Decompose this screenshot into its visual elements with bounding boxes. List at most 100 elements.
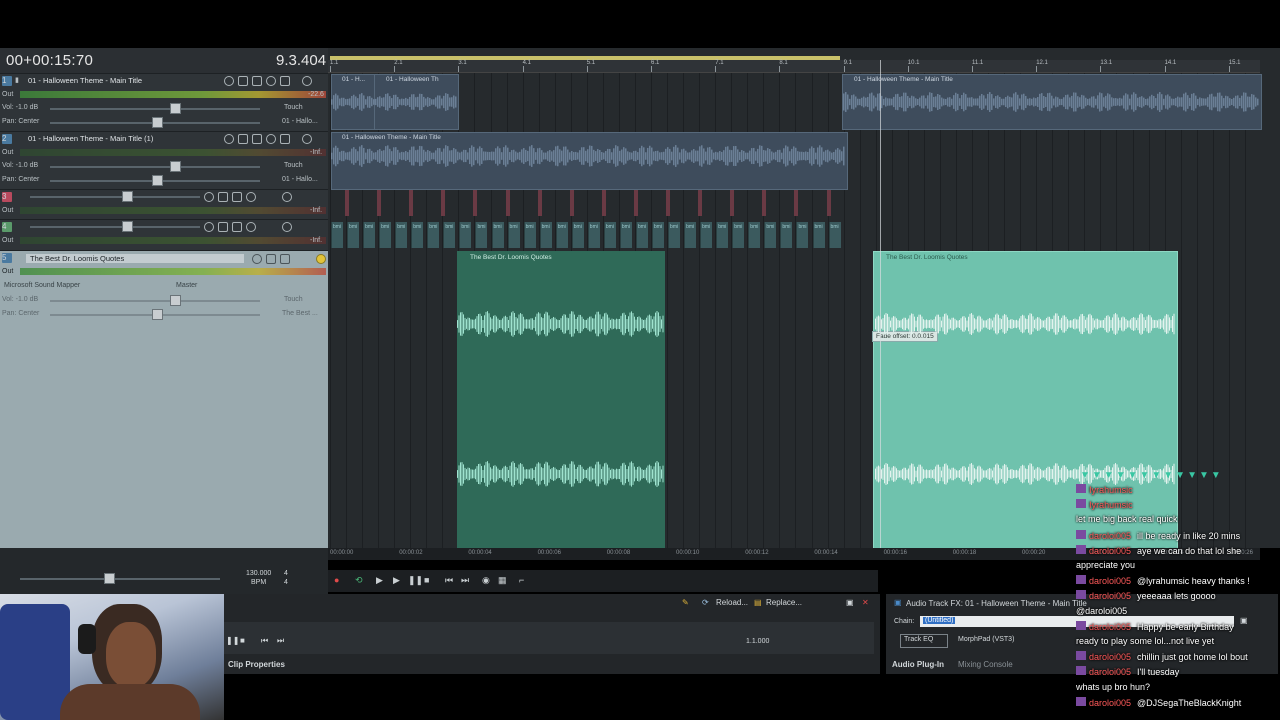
bmi-pattern-clip[interactable]: bmi <box>603 222 616 248</box>
mute-icon[interactable] <box>246 192 256 202</box>
go-to-end-icon[interactable]: ⏭ <box>461 575 469 586</box>
track-2-volume-slider[interactable] <box>50 166 260 168</box>
bmi-pattern-clip[interactable]: bmi <box>347 222 360 248</box>
track-5-automation-mode[interactable]: Touch <box>284 296 303 303</box>
record-arm-icon[interactable] <box>224 76 234 86</box>
record-icon[interactable]: ● <box>334 575 339 585</box>
track-4-volume-knob[interactable] <box>122 221 133 232</box>
bmi-pattern-clip[interactable]: bmi <box>507 222 520 248</box>
beat-ruler[interactable] <box>328 60 1260 73</box>
zoom-knob[interactable] <box>104 573 115 584</box>
midi-note[interactable] <box>698 190 703 216</box>
fx-icon[interactable] <box>280 254 290 264</box>
record-arm-icon[interactable] <box>204 222 214 232</box>
track-3-volume-slider[interactable] <box>30 196 200 198</box>
stop-icon[interactable]: ■ <box>240 636 245 645</box>
tab-audio-plugin[interactable]: Audio Plug-In <box>892 660 944 669</box>
bmi-pattern-clip[interactable]: bmi <box>427 222 440 248</box>
record-arm-icon[interactable] <box>204 192 214 202</box>
bmi-pattern-clip[interactable]: bmi <box>652 222 664 248</box>
bmi-pattern-clip[interactable]: bmi <box>363 222 376 248</box>
automation-icon[interactable] <box>218 222 228 232</box>
bmi-pattern-clip[interactable]: bmi <box>780 222 793 248</box>
track-5-input-device[interactable]: Microsoft Sound Mapper <box>4 282 80 289</box>
monitor-icon[interactable] <box>302 134 312 144</box>
bmi-pattern-clip[interactable]: bmi <box>475 222 488 248</box>
pause-icon[interactable]: ❚❚ <box>226 636 239 645</box>
midi-note[interactable] <box>345 190 349 216</box>
bmi-pattern-clip[interactable]: bmi <box>700 222 713 248</box>
track-1-automation-mode[interactable]: Touch <box>284 104 303 111</box>
midi-note[interactable] <box>762 190 767 216</box>
track-2-routing[interactable]: 01 - Hallo... <box>282 176 318 183</box>
track-2-automation-mode[interactable]: Touch <box>284 162 303 169</box>
monitor-icon[interactable] <box>316 254 326 264</box>
save-chain-icon[interactable]: ▣ <box>1240 616 1248 625</box>
automation-icon[interactable] <box>218 192 228 202</box>
midi-note[interactable] <box>633 190 638 216</box>
track-2-volume-knob[interactable] <box>170 161 181 172</box>
automation-icon[interactable] <box>238 76 248 86</box>
track-1-volume-knob[interactable] <box>170 103 181 114</box>
monitor-icon[interactable] <box>282 222 292 232</box>
metronome-icon[interactable]: ◉ <box>482 575 490 586</box>
track-1-routing[interactable]: 01 - Hallo... <box>282 118 318 125</box>
bmi-pattern-clip[interactable]: bmi <box>491 222 504 248</box>
track-4-volume-slider[interactable] <box>30 226 200 228</box>
track-1-name[interactable]: 01 - Halloween Theme - Main Title <box>28 76 142 85</box>
track-2-name[interactable]: 01 - Halloween Theme - Main Title (1) <box>28 134 153 143</box>
time-signature-top[interactable]: 4 <box>284 570 288 577</box>
bmi-pattern-clip[interactable]: bmi <box>764 222 777 248</box>
fx-icon[interactable] <box>252 76 262 86</box>
solo-icon[interactable] <box>280 76 290 86</box>
bmi-pattern-clip[interactable]: bmi <box>812 222 825 248</box>
midi-note[interactable] <box>537 190 542 216</box>
midi-note[interactable] <box>377 190 382 216</box>
bmi-pattern-clip[interactable]: bmi <box>828 222 841 248</box>
midi-note[interactable] <box>409 190 414 216</box>
bmi-pattern-clip[interactable]: bmi <box>571 222 584 248</box>
zoom-slider[interactable] <box>20 578 220 580</box>
midi-note[interactable] <box>473 190 478 216</box>
snap-icon[interactable]: ⌐ <box>519 575 524 585</box>
midi-note[interactable] <box>794 190 799 216</box>
play-from-start-icon[interactable]: ▶ <box>393 575 400 586</box>
loop-icon[interactable]: ⟲ <box>355 575 363 586</box>
mute-icon[interactable] <box>266 134 276 144</box>
track-5-bus[interactable]: Master <box>176 282 197 289</box>
reload-icon[interactable]: ⟳ <box>702 598 709 607</box>
monitor-icon[interactable] <box>302 76 312 86</box>
grid-icon[interactable]: ▦ <box>498 575 507 586</box>
track-5-volume-knob[interactable] <box>170 295 181 306</box>
bmi-pattern-clip[interactable]: bmi <box>331 222 343 248</box>
midi-note[interactable] <box>730 190 735 216</box>
midi-note[interactable] <box>666 190 670 216</box>
record-arm-icon[interactable] <box>224 134 234 144</box>
save-icon[interactable]: ▣ <box>846 598 854 607</box>
fx-slot-morphpad-label[interactable]: MorphPad (VST3) <box>958 636 1014 643</box>
automation-icon[interactable] <box>266 254 276 264</box>
bmi-pattern-clip[interactable]: bmi <box>619 222 632 248</box>
bmi-pattern-clip[interactable]: bmi <box>635 222 648 248</box>
track-1-volume-slider[interactable] <box>50 108 260 110</box>
stop-icon[interactable]: ■ <box>424 575 429 585</box>
tool-icon[interactable]: ✎ <box>682 598 689 607</box>
track-1-pan-knob[interactable] <box>152 117 163 128</box>
bmi-pattern-clip[interactable]: bmi <box>555 222 568 248</box>
play-icon[interactable]: ▶ <box>376 575 383 586</box>
clip-properties-tab[interactable]: Clip Properties <box>228 660 285 669</box>
track-2-pan-knob[interactable] <box>152 175 163 186</box>
bmi-pattern-clip[interactable]: bmi <box>379 222 392 248</box>
track-header-3[interactable] <box>0 189 328 220</box>
midi-note[interactable] <box>505 190 510 216</box>
track-5-routing[interactable]: The Best ... <box>282 310 318 317</box>
track-header-5[interactable] <box>0 250 328 549</box>
fx-icon[interactable] <box>232 222 242 232</box>
chain-value[interactable]: (Untitled) <box>923 617 956 624</box>
track-header-4[interactable] <box>0 219 328 250</box>
bmi-pattern-clip[interactable]: bmi <box>732 222 745 248</box>
close-icon[interactable]: ✕ <box>862 598 869 607</box>
bmi-pattern-clip[interactable]: bmi <box>443 222 456 248</box>
monitor-icon[interactable] <box>282 192 292 202</box>
bmi-pattern-clip[interactable]: bmi <box>459 222 472 248</box>
